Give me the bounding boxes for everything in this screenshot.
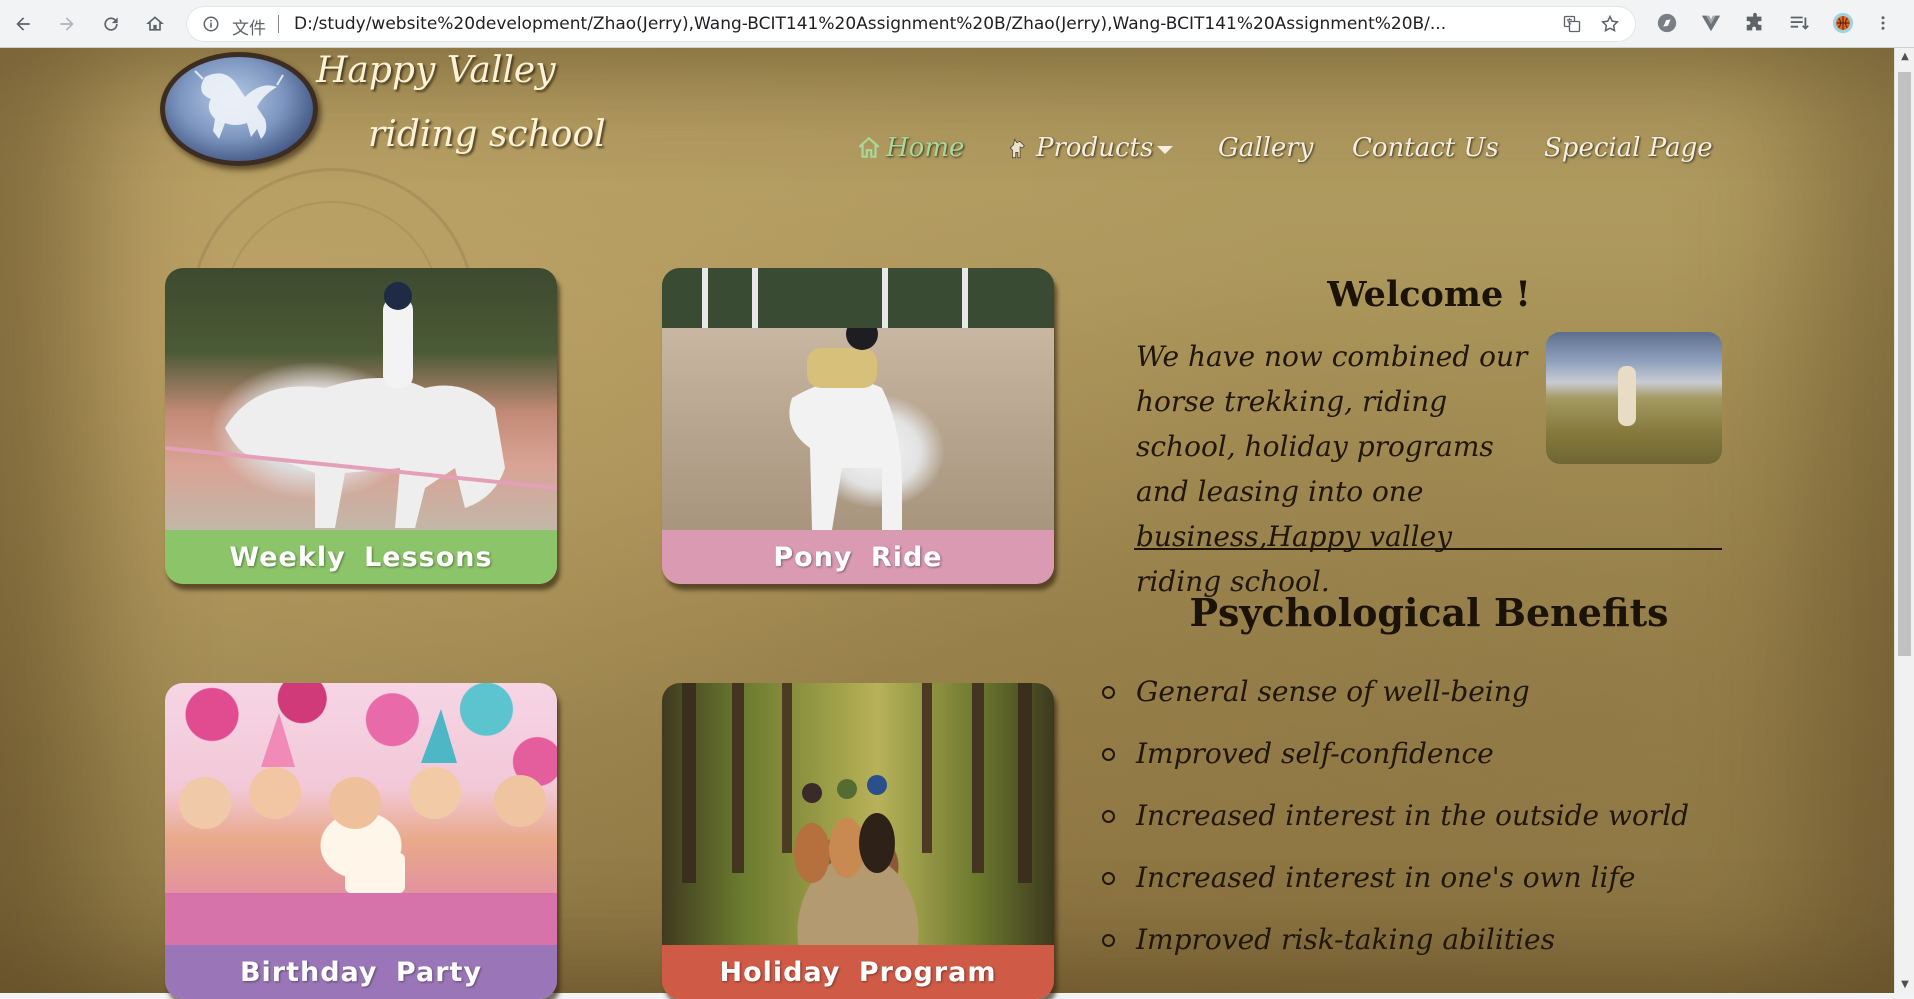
- benefits-heading: Psychological Benefits: [1189, 590, 1669, 635]
- brand-name-line-1: Happy Valley: [316, 50, 556, 91]
- wheat-field-photo: [1546, 332, 1722, 464]
- back-icon[interactable]: [8, 9, 38, 39]
- weekly-lessons-photo: [165, 268, 557, 530]
- nav-gallery-label: Gallery: [1218, 133, 1314, 163]
- welcome-paragraph: We have now combined our horse trekking,…: [1136, 340, 1528, 598]
- extension-compass-icon[interactable]: [1654, 10, 1680, 36]
- url-text[interactable]: D:/study/website%20development/Zhao(Jerr…: [294, 14, 1554, 34]
- scroll-down-arrow-icon[interactable]: ▼: [1895, 976, 1914, 993]
- nav-contact-label: Contact Us: [1352, 133, 1499, 163]
- nav-home-label: Home: [886, 133, 965, 163]
- site-logo[interactable]: [160, 52, 318, 166]
- chevron-down-icon: [1157, 146, 1174, 154]
- extensions-puzzle-icon[interactable]: [1742, 10, 1768, 36]
- page-scrollbar[interactable]: ▲ ▼: [1894, 48, 1914, 993]
- list-item: Increased interest in the outside world: [1100, 794, 1689, 856]
- extension-vue-icon[interactable]: [1698, 10, 1724, 36]
- address-separator: [278, 15, 279, 33]
- brand-name-line-2: riding school: [368, 114, 606, 155]
- welcome-heading: Welcome !: [1327, 274, 1531, 315]
- forward-icon[interactable]: [52, 9, 82, 39]
- reload-icon[interactable]: [96, 9, 126, 39]
- card-label: Pony Ride: [662, 530, 1054, 584]
- browser-toolbar: 文件 D:/study/website%20development/Zhao(J…: [0, 0, 1914, 48]
- home-icon[interactable]: [140, 9, 170, 39]
- list-item: General sense of well-being: [1100, 670, 1689, 732]
- scheme-label: 文件: [232, 19, 266, 39]
- card-label: Weekly Lessons: [165, 530, 557, 584]
- benefits-list: General sense of well-being Improved sel…: [1100, 670, 1689, 980]
- nav-special-label: Special Page: [1544, 133, 1713, 163]
- list-item: Improved risk-taking abilities: [1100, 918, 1689, 980]
- profile-avatar-icon[interactable]: [1830, 10, 1856, 36]
- nav-special-page[interactable]: Special Page: [1544, 128, 1713, 168]
- section-divider: [1134, 548, 1722, 550]
- nav-products[interactable]: Products: [1006, 128, 1174, 168]
- card-weekly-lessons[interactable]: Weekly Lessons: [165, 268, 557, 584]
- address-bar[interactable]: 文件 D:/study/website%20development/Zhao(J…: [186, 6, 1636, 42]
- bookmark-star-icon[interactable]: [1600, 14, 1620, 34]
- birthday-party-photo: [165, 683, 557, 945]
- card-holiday-program[interactable]: Holiday Program: [662, 683, 1054, 999]
- nav-products-label: Products: [1036, 133, 1154, 163]
- card-label: Birthday Party: [165, 945, 557, 999]
- reading-list-icon[interactable]: [1786, 10, 1812, 36]
- card-birthday-party[interactable]: Birthday Party: [165, 683, 557, 999]
- horse-icon: [1009, 138, 1025, 159]
- card-pony-ride[interactable]: Pony Ride: [662, 268, 1054, 584]
- list-item: Increased interest in one's own life: [1100, 856, 1689, 918]
- info-icon[interactable]: [202, 15, 220, 33]
- scroll-thumb[interactable]: [1898, 72, 1911, 656]
- holiday-program-photo: [662, 683, 1054, 945]
- list-item: Improved self-confidence: [1100, 732, 1689, 794]
- nav-home[interactable]: Home: [856, 128, 964, 168]
- nav-gallery[interactable]: Gallery: [1218, 128, 1313, 168]
- home-outline-icon: [858, 136, 880, 158]
- scroll-up-arrow-icon[interactable]: ▲: [1895, 48, 1914, 65]
- translate-icon[interactable]: [1562, 14, 1582, 34]
- pony-ride-photo: [662, 268, 1054, 530]
- browser-menu-icon[interactable]: [1874, 10, 1892, 36]
- card-label: Holiday Program: [662, 945, 1054, 999]
- nav-contact[interactable]: Contact Us: [1352, 128, 1499, 168]
